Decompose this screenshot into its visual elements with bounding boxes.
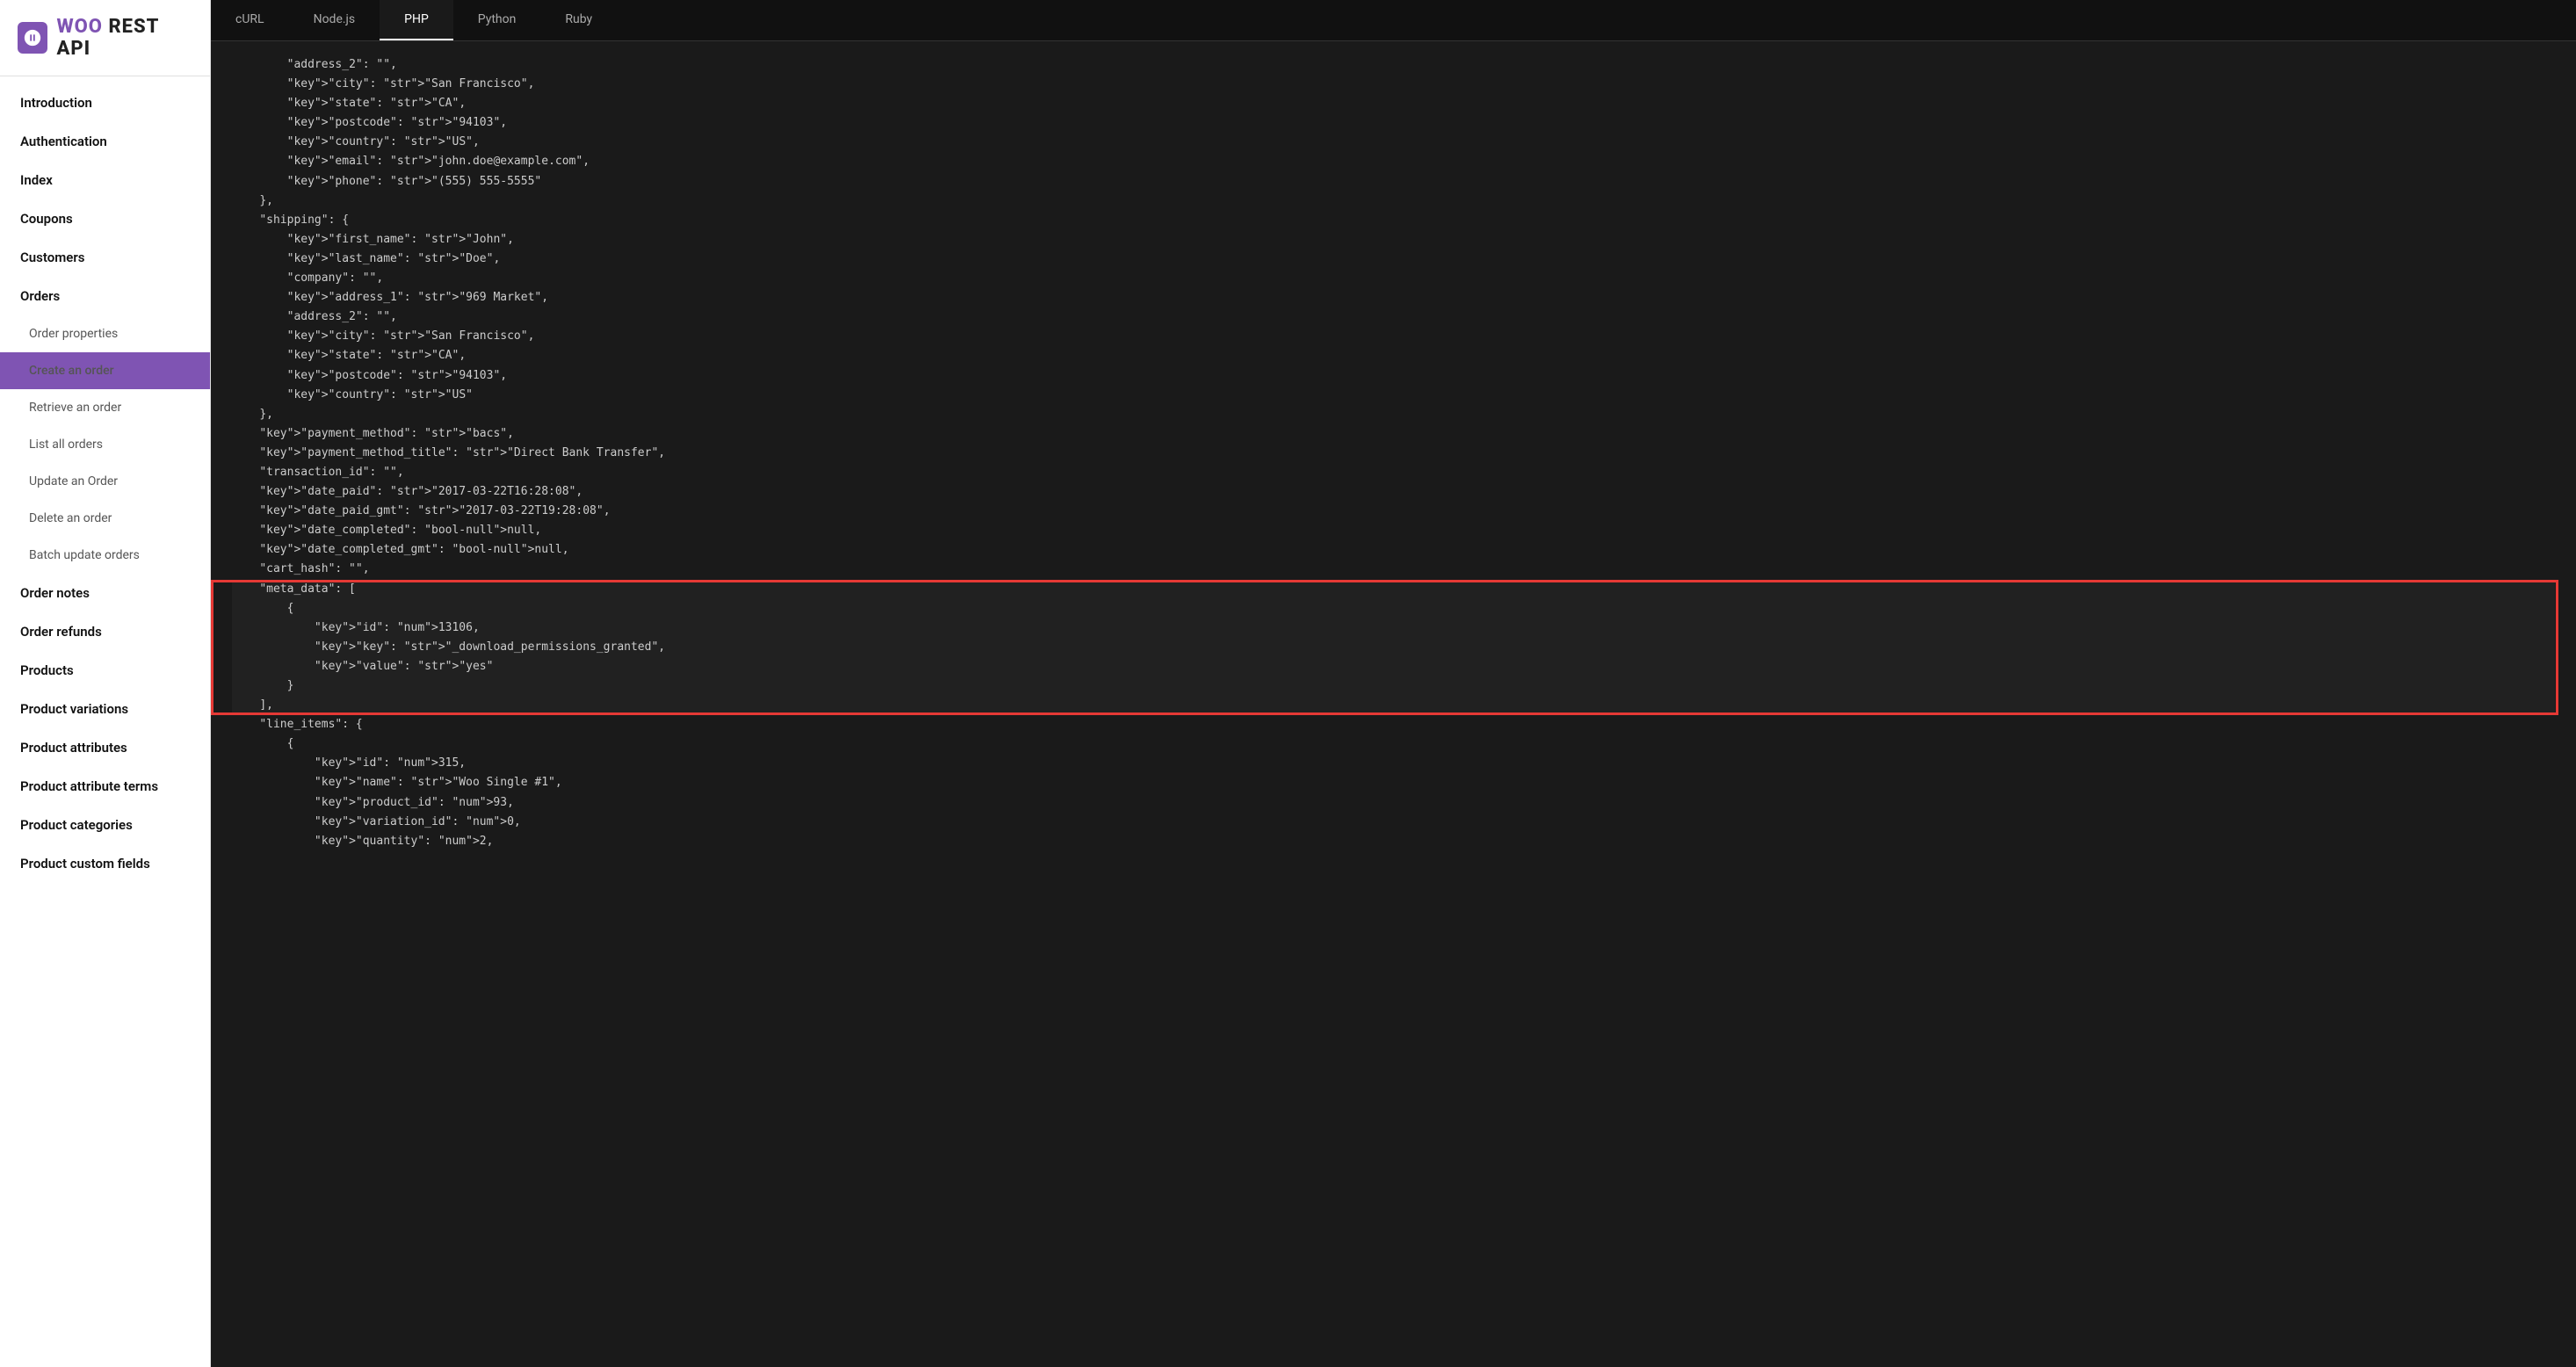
sidebar-item-product-attribute-terms[interactable]: Product attribute terms	[0, 767, 210, 806]
woo-icon	[18, 22, 47, 54]
sidebar-item-coupons[interactable]: Coupons	[0, 199, 210, 238]
sidebar-item-order-notes[interactable]: Order notes	[0, 574, 210, 612]
sidebar-item-order-refunds[interactable]: Order refunds	[0, 612, 210, 651]
sidebar-item-customers[interactable]: Customers	[0, 238, 210, 277]
sidebar-item-retrieve-an-order[interactable]: Retrieve an order	[0, 389, 210, 426]
main-content: cURLNode.jsPHPPythonRuby "address_2": ""…	[211, 0, 2576, 1367]
code-tab-php[interactable]: PHP	[380, 0, 453, 40]
code-tab-nodejs[interactable]: Node.js	[289, 0, 380, 40]
sidebar: WOO REST API IntroductionAuthenticationI…	[0, 0, 211, 1367]
sidebar-item-product-variations[interactable]: Product variations	[0, 690, 210, 728]
sidebar-item-index[interactable]: Index	[0, 161, 210, 199]
logo: WOO REST API	[0, 0, 210, 76]
sidebar-item-batch-update-orders[interactable]: Batch update orders	[0, 537, 210, 574]
sidebar-navigation: IntroductionAuthenticationIndexCouponsCu…	[0, 76, 210, 1367]
sidebar-item-create-an-order[interactable]: Create an order	[0, 352, 210, 389]
code-tab-curl[interactable]: cURL	[211, 0, 289, 40]
code-tab-ruby[interactable]: Ruby	[540, 0, 617, 40]
sidebar-item-products[interactable]: Products	[0, 651, 210, 690]
sidebar-item-orders[interactable]: Orders	[0, 277, 210, 315]
sidebar-item-introduction[interactable]: Introduction	[0, 83, 210, 122]
sidebar-item-product-categories[interactable]: Product categories	[0, 806, 210, 844]
sidebar-item-authentication[interactable]: Authentication	[0, 122, 210, 161]
sidebar-item-update-an-order[interactable]: Update an Order	[0, 463, 210, 500]
sidebar-item-order-properties[interactable]: Order properties	[0, 315, 210, 352]
code-content: "address_2": "", "key">"city": "str">"Sa…	[211, 41, 2576, 1367]
code-tabs: cURLNode.jsPHPPythonRuby	[211, 0, 2576, 41]
sidebar-item-delete-an-order[interactable]: Delete an order	[0, 500, 210, 537]
code-panel: cURLNode.jsPHPPythonRuby "address_2": ""…	[211, 0, 2576, 1367]
sidebar-item-product-attributes[interactable]: Product attributes	[0, 728, 210, 767]
sidebar-item-list-all-orders[interactable]: List all orders	[0, 426, 210, 463]
code-tab-python[interactable]: Python	[453, 0, 541, 40]
logo-text: WOO REST API	[56, 16, 192, 60]
sidebar-item-product-custom-fields[interactable]: Product custom fields	[0, 844, 210, 883]
